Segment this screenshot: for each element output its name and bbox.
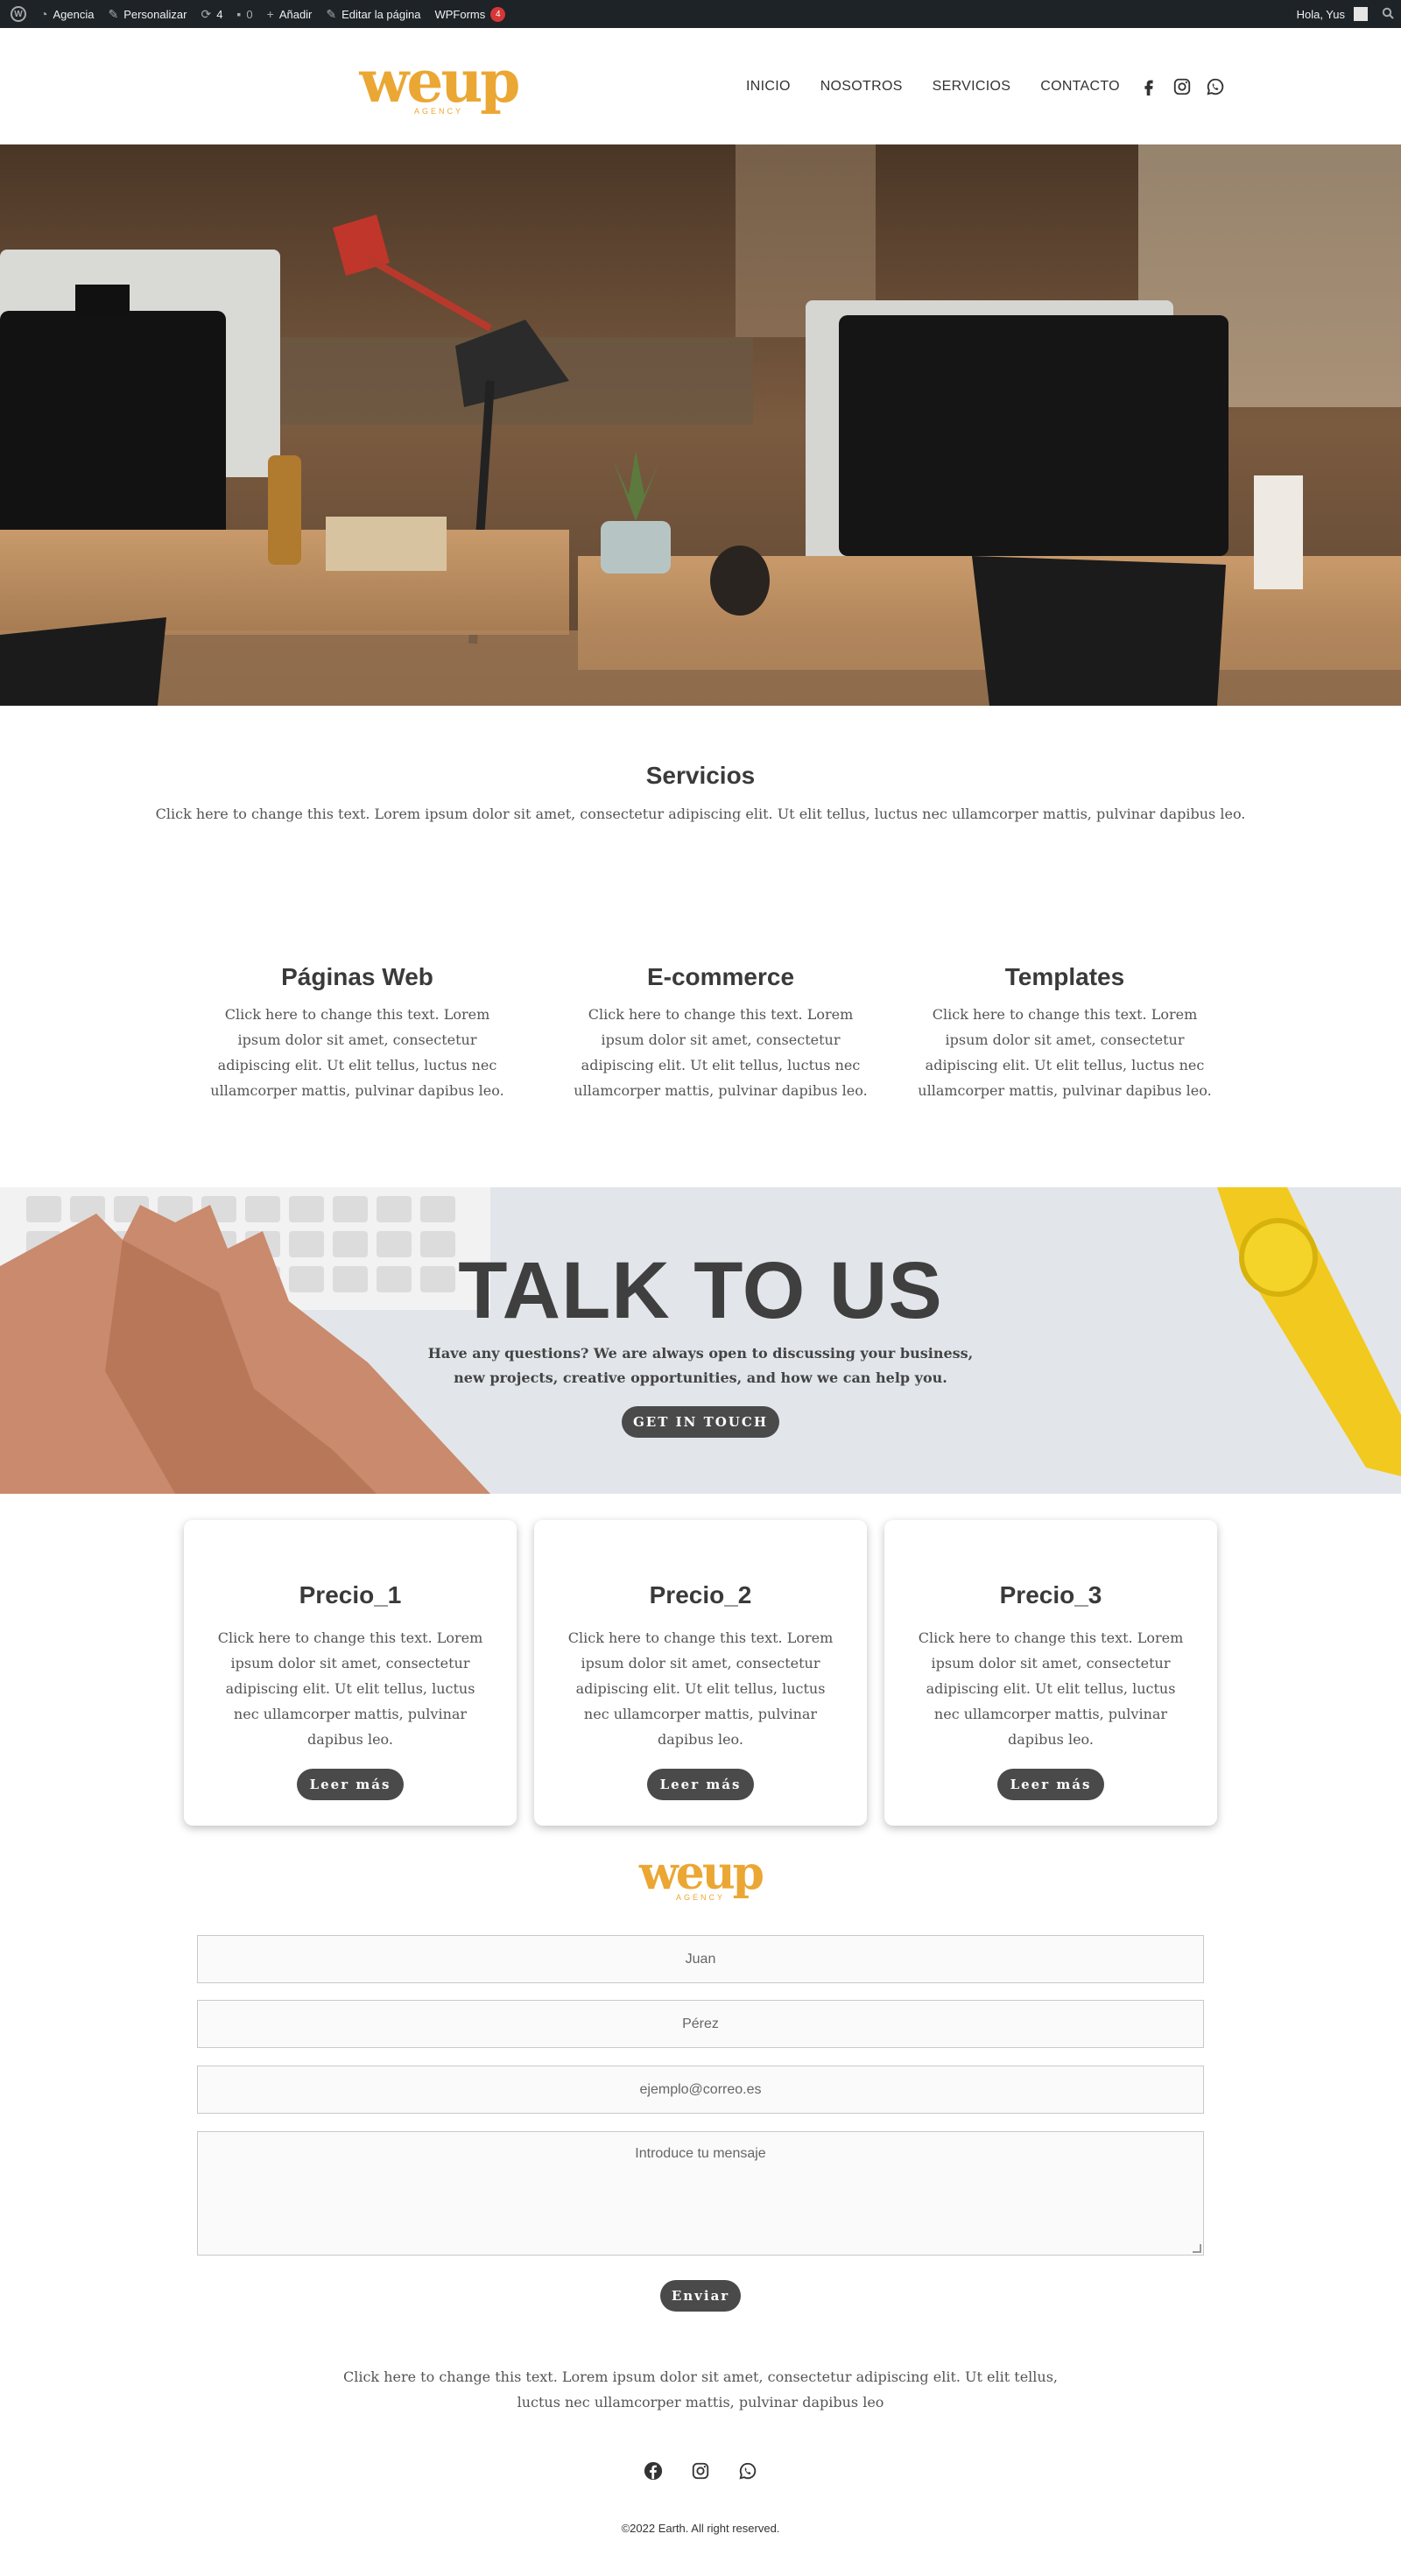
main-nav: INICIO NOSOTROS SERVICIOS CONTACTO <box>746 28 1120 144</box>
updates-link[interactable]: ⟳ 4 <box>194 0 229 28</box>
price-title: Precio_2 <box>649 1581 752 1608</box>
wordpress-icon: W <box>11 6 26 22</box>
services-title: Servicios <box>645 762 756 789</box>
whatsapp-icon[interactable] <box>1205 76 1226 97</box>
service-title: E-commerce <box>646 963 795 990</box>
cta-text: Have any questions? We are always open t… <box>427 1345 974 1386</box>
wpforms-count-badge: 4 <box>490 6 506 22</box>
new-content-menu[interactable]: + Añadir <box>260 0 320 28</box>
first-name-placeholder: Juan <box>685 1952 716 1967</box>
nav-contacto[interactable]: CONTACTO <box>1040 79 1120 95</box>
email-placeholder: ejemplo@correo.es <box>639 2082 762 2097</box>
get-in-touch-button[interactable]: GET IN TOUCH <box>622 1406 779 1438</box>
hero-office-image <box>0 144 1401 706</box>
leer-mas-button[interactable]: Leer más <box>297 1769 404 1800</box>
admin-search[interactable] <box>1375 0 1401 28</box>
logo-subtitle: AGENCY <box>675 1893 725 1902</box>
logo-wordmark: weup <box>638 1847 764 1900</box>
whatsapp-icon[interactable] <box>737 2460 758 2481</box>
price-card-2: Precio_2 Click here to change this text.… <box>534 1520 867 1826</box>
services-intro: Click here to change this text. Lorem ip… <box>155 806 1246 822</box>
form-logo: weup AGENCY <box>630 1847 771 1903</box>
site-header: weup AGENCY INICIO NOSOTROS SERVICIOS CO… <box>0 28 1401 144</box>
wpforms-label: WPForms <box>434 7 486 21</box>
site-name-menu[interactable]: ◔ Agencia <box>33 0 101 28</box>
updates-icon: ⟳ <box>201 7 212 21</box>
wpforms-menu[interactable]: WPForms 4 <box>427 0 512 28</box>
resize-handle[interactable] <box>1193 2244 1201 2253</box>
price-title: Precio_1 <box>299 1581 402 1608</box>
send-button[interactable]: Enviar <box>660 2280 741 2312</box>
pencil-icon: ✎ <box>326 7 337 21</box>
comments-link[interactable]: ▪ 0 <box>229 0 259 28</box>
leer-mas-button[interactable]: Leer más <box>647 1769 754 1800</box>
customize-label: Personalizar <box>123 7 187 21</box>
price-text: Click here to change this text. Lorem ip… <box>918 1629 1184 1748</box>
avatar <box>1354 7 1368 21</box>
site-logo[interactable]: weup AGENCY <box>348 53 529 116</box>
instagram-icon[interactable] <box>690 2460 711 2481</box>
facebook-icon[interactable] <box>1138 76 1159 97</box>
message-placeholder: Introduce tu mensaje <box>635 2146 766 2161</box>
wp-logo-menu[interactable]: W <box>0 0 33 28</box>
edit-page-link[interactable]: ✎ Editar la página <box>319 0 427 28</box>
last-name-placeholder: Pérez <box>682 2016 719 2031</box>
copyright: ©2022 Earth. All right reserved. <box>621 2522 780 2535</box>
price-card-3: Precio_3 Click here to change this text.… <box>884 1520 1217 1826</box>
facebook-icon[interactable] <box>643 2460 664 2481</box>
service-web: Páginas Web Click here to change this te… <box>208 963 506 1103</box>
service-text: Click here to change this text. Lorem ip… <box>918 1006 1212 1099</box>
service-ecommerce: E-commerce Click here to change this tex… <box>572 963 869 1103</box>
message-field[interactable]: Introduce tu mensaje <box>197 2131 1204 2256</box>
updates-count: 4 <box>216 7 223 21</box>
cta-background-image <box>0 1187 1401 1494</box>
service-templates: Templates Click here to change this text… <box>916 963 1214 1103</box>
customize-link[interactable]: ✎ Personalizar <box>101 0 194 28</box>
nav-nosotros[interactable]: NOSOTROS <box>820 79 903 95</box>
last-name-field[interactable]: Pérez <box>197 2000 1204 2048</box>
plus-icon: + <box>266 7 274 21</box>
talk-to-us-section: TALK TO US Have any questions? We are al… <box>0 1187 1401 1494</box>
dashboard-icon: ◔ <box>40 7 48 21</box>
service-title: Templates <box>1004 963 1125 990</box>
price-title: Precio_3 <box>999 1581 1102 1608</box>
nav-servicios[interactable]: SERVICIOS <box>933 79 1011 95</box>
price-text: Click here to change this text. Lorem ip… <box>217 1629 483 1748</box>
comments-count: 0 <box>246 7 253 21</box>
header-social-links <box>1138 28 1226 144</box>
service-title: Páginas Web <box>281 963 433 990</box>
search-icon <box>1382 7 1394 21</box>
brush-icon: ✎ <box>108 7 119 21</box>
service-text: Click here to change this text. Lorem ip… <box>574 1006 868 1099</box>
price-card-1: Precio_1 Click here to change this text.… <box>184 1520 517 1826</box>
footer-text: Click here to change this text. Lorem ip… <box>342 2368 1058 2411</box>
my-account-menu[interactable]: Hola, Yus <box>1290 0 1375 28</box>
wp-admin-bar: W ◔ Agencia ✎ Personalizar ⟳ 4 ▪ 0 + Aña… <box>0 0 1401 28</box>
edit-label: Editar la página <box>341 7 421 21</box>
new-label: Añadir <box>278 7 313 21</box>
price-text: Click here to change this text. Lorem ip… <box>567 1629 834 1748</box>
logo-wordmark: weup <box>359 47 521 116</box>
service-text: Click here to change this text. Lorem ip… <box>210 1006 504 1099</box>
logo-subtitle: AGENCY <box>413 107 463 116</box>
greeting: Hola, Yus <box>1296 7 1345 21</box>
site-name: Agencia <box>53 7 95 21</box>
cta-title: TALK TO US <box>458 1246 943 1335</box>
instagram-icon[interactable] <box>1172 76 1193 97</box>
leer-mas-button[interactable]: Leer más <box>997 1769 1104 1800</box>
email-field[interactable]: ejemplo@correo.es <box>197 2066 1204 2114</box>
comment-icon: ▪ <box>236 7 242 21</box>
footer-social-links <box>0 2460 1401 2481</box>
first-name-field[interactable]: Juan <box>197 1935 1204 1983</box>
nav-inicio[interactable]: INICIO <box>746 79 791 95</box>
